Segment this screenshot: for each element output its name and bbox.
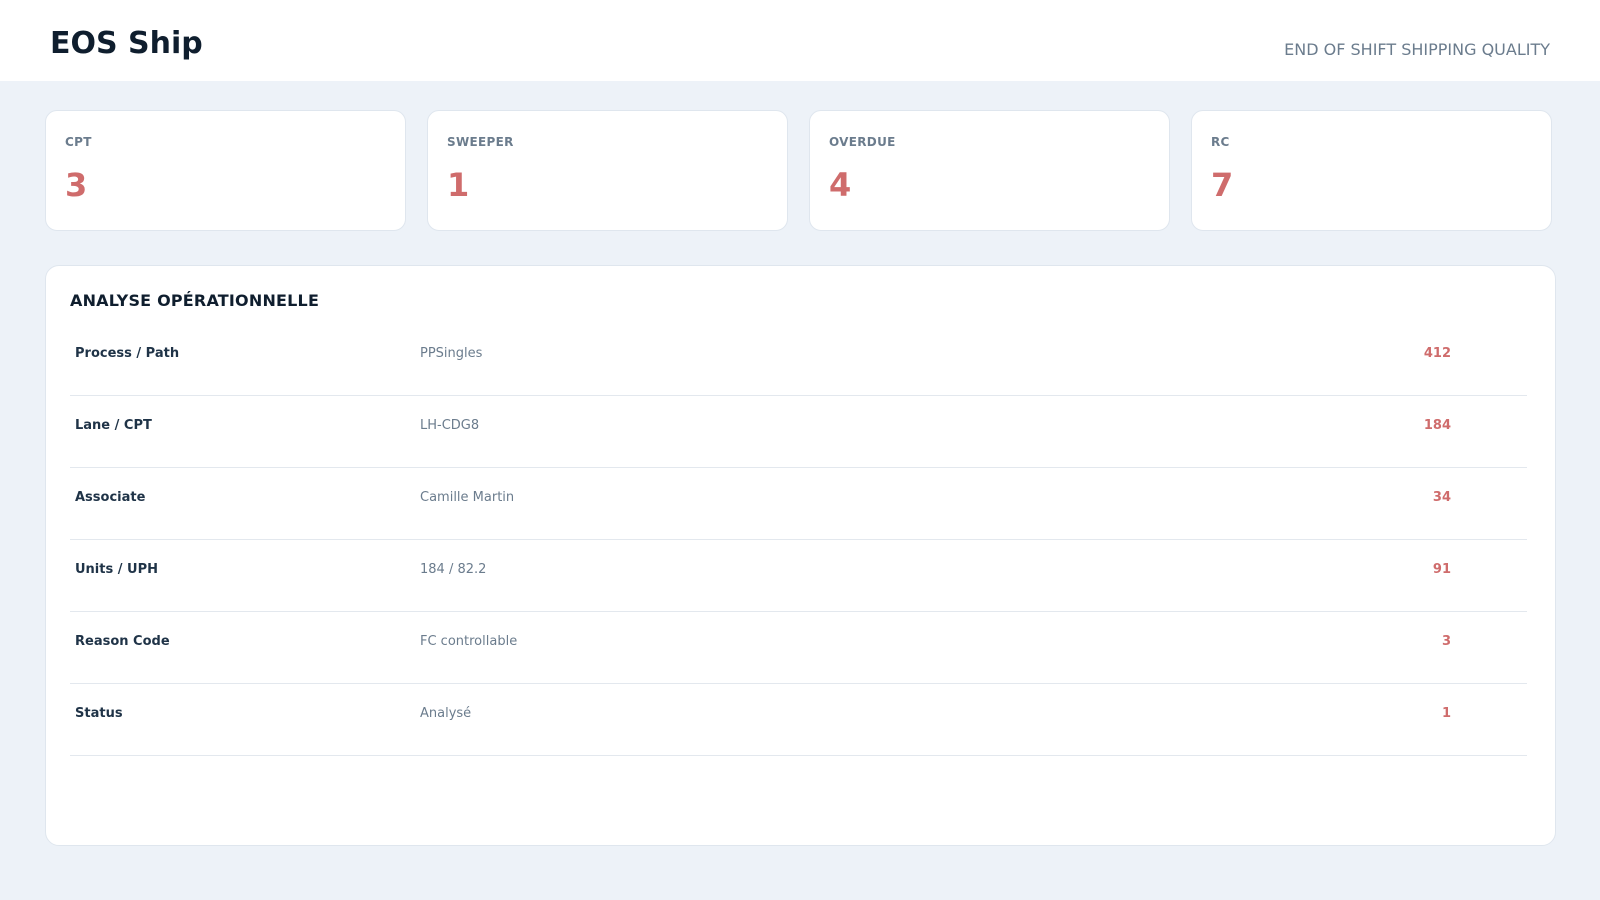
- row-value: 91: [1432, 562, 1451, 577]
- row-value: 184: [1423, 418, 1451, 433]
- analysis-table: Process / Path PPSingles 412 Lane / CPT …: [70, 324, 1527, 756]
- row-label: Lane / CPT: [75, 418, 152, 433]
- row-detail: PPSingles: [420, 346, 483, 361]
- kpi-label: OVERDUE: [829, 135, 896, 149]
- kpi-value: 4: [829, 166, 852, 204]
- table-row: Associate Camille Martin 34: [70, 468, 1527, 540]
- row-detail: Camille Martin: [420, 490, 515, 505]
- row-value: 34: [1432, 490, 1451, 505]
- row-value: 3: [1441, 634, 1451, 649]
- row-detail: FC controllable: [420, 634, 518, 649]
- kpi-value: 7: [1211, 166, 1234, 204]
- row-label: Process / Path: [75, 346, 180, 361]
- table-row: Status Analysé 1: [70, 684, 1527, 756]
- kpi-card-cpt: CPT 3: [45, 110, 406, 231]
- row-detail: 184 / 82.2: [420, 562, 487, 577]
- kpi-value: 1: [447, 166, 470, 204]
- row-value: 412: [1423, 346, 1451, 361]
- row-value: 1: [1441, 706, 1451, 721]
- table-row: Process / Path PPSingles 412: [70, 324, 1527, 396]
- kpi-card-overdue: OVERDUE 4: [809, 110, 1170, 231]
- row-label: Units / UPH: [75, 562, 158, 577]
- row-label: Reason Code: [75, 634, 170, 649]
- app-subtitle: END OF SHIFT SHIPPING QUALITY: [1284, 40, 1550, 59]
- kpi-value: 3: [65, 166, 88, 204]
- panel-title: ANALYSE OPÉRATIONNELLE: [70, 291, 320, 310]
- kpi-label: RC: [1211, 135, 1230, 149]
- kpi-label: SWEEPER: [447, 135, 514, 149]
- row-detail: LH-CDG8: [420, 418, 480, 433]
- app-header: EOS Ship END OF SHIFT SHIPPING QUALITY: [0, 0, 1600, 81]
- kpi-row: CPT 3 SWEEPER 1 OVERDUE 4 RC 7: [45, 110, 1552, 231]
- row-label: Associate: [75, 490, 146, 505]
- kpi-card-rc: RC 7: [1191, 110, 1552, 231]
- row-label: Status: [75, 706, 123, 721]
- analysis-panel: ANALYSE OPÉRATIONNELLE Process / Path PP…: [45, 265, 1556, 846]
- kpi-card-sweeper: SWEEPER 1: [427, 110, 788, 231]
- table-row: Lane / CPT LH-CDG8 184: [70, 396, 1527, 468]
- row-detail: Analysé: [420, 706, 472, 721]
- kpi-label: CPT: [65, 135, 92, 149]
- app-title: EOS Ship: [50, 26, 203, 61]
- table-row: Units / UPH 184 / 82.2 91: [70, 540, 1527, 612]
- table-row: Reason Code FC controllable 3: [70, 612, 1527, 684]
